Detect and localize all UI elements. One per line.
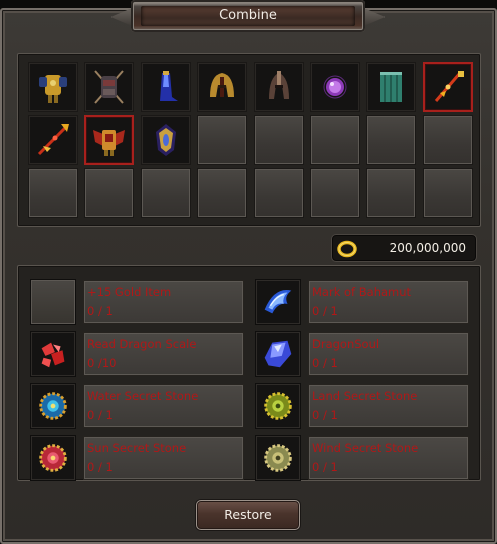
restore-button[interactable]: Restore — [196, 500, 300, 530]
material-info: Sun Secret Stone 0 / 1 — [83, 436, 244, 480]
gold-display: 200,000,000 — [331, 234, 477, 262]
material-slot[interactable] — [255, 435, 301, 481]
red-spear-icon — [434, 71, 464, 102]
material-count: 0 / 1 — [312, 460, 338, 474]
red-scale-icon — [41, 342, 65, 368]
material-requirement: Mark of Bahamut 0 / 1 — [255, 279, 471, 325]
material-count: 0 / 1 — [312, 304, 338, 318]
inventory-slot[interactable] — [197, 168, 248, 218]
material-requirement: Read Dragon Scale 0 /10 — [30, 331, 246, 377]
inventory-slot[interactable] — [28, 168, 78, 218]
purple-orb-icon — [323, 75, 347, 99]
material-count: 0 /10 — [87, 356, 117, 370]
blue-shield-icon — [155, 124, 176, 156]
red-staff-icon — [37, 124, 69, 156]
material-slot[interactable] — [255, 331, 301, 377]
material-name: Wind Secret Stone — [312, 441, 419, 455]
material-name: Read Dragon Scale — [87, 337, 197, 351]
inventory-slot[interactable] — [140, 115, 191, 165]
material-slot[interactable] — [30, 331, 76, 377]
material-name: +15 Gold Item — [87, 285, 172, 299]
inventory-slot[interactable] — [422, 168, 473, 218]
materials-panel: +15 Gold Item 0 / 1 Mark of Bahamut 0 / 1 Re… — [17, 265, 481, 481]
gold-amount: 200,000,000 — [389, 241, 466, 255]
material-name: DragonSoul — [312, 337, 380, 351]
material-info: Mark of Bahamut 0 / 1 — [308, 280, 469, 324]
inventory-slot[interactable] — [309, 62, 360, 112]
inventory-slot[interactable] — [84, 168, 135, 218]
material-count: 0 / 1 — [312, 356, 338, 370]
inventory-slot[interactable] — [309, 115, 360, 165]
inventory-slot[interactable] — [366, 168, 417, 218]
inventory-grid — [28, 62, 473, 218]
material-requirement: Wind Secret Stone 0 / 1 — [255, 435, 471, 481]
inventory-slot[interactable] — [197, 62, 248, 112]
inventory-slot[interactable] — [140, 168, 191, 218]
material-slot[interactable] — [255, 279, 301, 325]
material-requirement: Land Secret Stone 0 / 1 — [255, 383, 471, 429]
material-info: Water Secret Stone 0 / 1 — [83, 384, 244, 428]
material-slot[interactable] — [30, 279, 76, 325]
inventory-slot[interactable] — [309, 168, 360, 218]
red-winged-armor-icon — [93, 130, 126, 156]
gold-armor-icon — [39, 75, 67, 103]
inventory-slot[interactable] — [140, 62, 191, 112]
material-info: DragonSoul 0 / 1 — [308, 332, 469, 376]
material-slot[interactable] — [255, 383, 301, 429]
inventory-slot[interactable] — [366, 62, 417, 112]
title-plate: Combine — [111, 0, 385, 34]
teal-cloth-icon — [380, 72, 403, 102]
inventory-slot[interactable] — [253, 115, 304, 165]
inventory-slot[interactable] — [366, 115, 417, 165]
material-requirement: Sun Secret Stone 0 / 1 — [30, 435, 246, 481]
material-name: Land Secret Stone — [312, 389, 418, 403]
wind-stone-icon — [264, 444, 292, 472]
material-slot[interactable] — [30, 383, 76, 429]
inventory-slot[interactable] — [84, 115, 135, 165]
inventory-slot[interactable] — [422, 62, 473, 112]
material-count: 0 / 1 — [87, 408, 113, 422]
material-slot[interactable] — [30, 435, 76, 481]
material-count: 0 / 1 — [87, 304, 113, 318]
inventory-slot[interactable] — [28, 115, 78, 165]
material-name: Mark of Bahamut — [312, 285, 412, 299]
inventory-slot[interactable] — [253, 62, 304, 112]
inventory-slot[interactable] — [28, 62, 78, 112]
water-stone-icon — [39, 392, 67, 420]
inventory-slot[interactable] — [253, 168, 304, 218]
material-info: Wind Secret Stone 0 / 1 — [308, 436, 469, 480]
material-requirement: DragonSoul 0 / 1 — [255, 331, 471, 377]
material-info: Read Dragon Scale 0 /10 — [83, 332, 244, 376]
material-count: 0 / 1 — [87, 460, 113, 474]
material-info: +15 Gold Item 0 / 1 — [83, 280, 244, 324]
land-stone-icon — [264, 392, 292, 420]
inventory-slot[interactable] — [197, 115, 248, 165]
blue-crystal-icon — [264, 340, 292, 368]
dark-helmet-icon — [268, 71, 289, 99]
gold-helmet-icon — [210, 73, 235, 97]
sun-stone-icon — [39, 444, 67, 472]
window-title: Combine — [219, 8, 277, 23]
blue-gem-boot-icon — [159, 71, 178, 101]
gold-ring-icon — [337, 240, 357, 258]
inventory-slot[interactable] — [84, 62, 135, 112]
material-name: Sun Secret Stone — [87, 441, 187, 455]
blue-claw-icon — [264, 290, 292, 314]
material-requirement: Water Secret Stone 0 / 1 — [30, 383, 246, 429]
material-count: 0 / 1 — [312, 408, 338, 422]
inventory-panel — [17, 53, 481, 227]
material-info: Land Secret Stone 0 / 1 — [308, 384, 469, 428]
inventory-slot[interactable] — [422, 115, 473, 165]
material-name: Water Secret Stone — [87, 389, 199, 403]
material-requirement: +15 Gold Item 0 / 1 — [30, 279, 246, 325]
dark-armor-icon — [94, 70, 125, 104]
